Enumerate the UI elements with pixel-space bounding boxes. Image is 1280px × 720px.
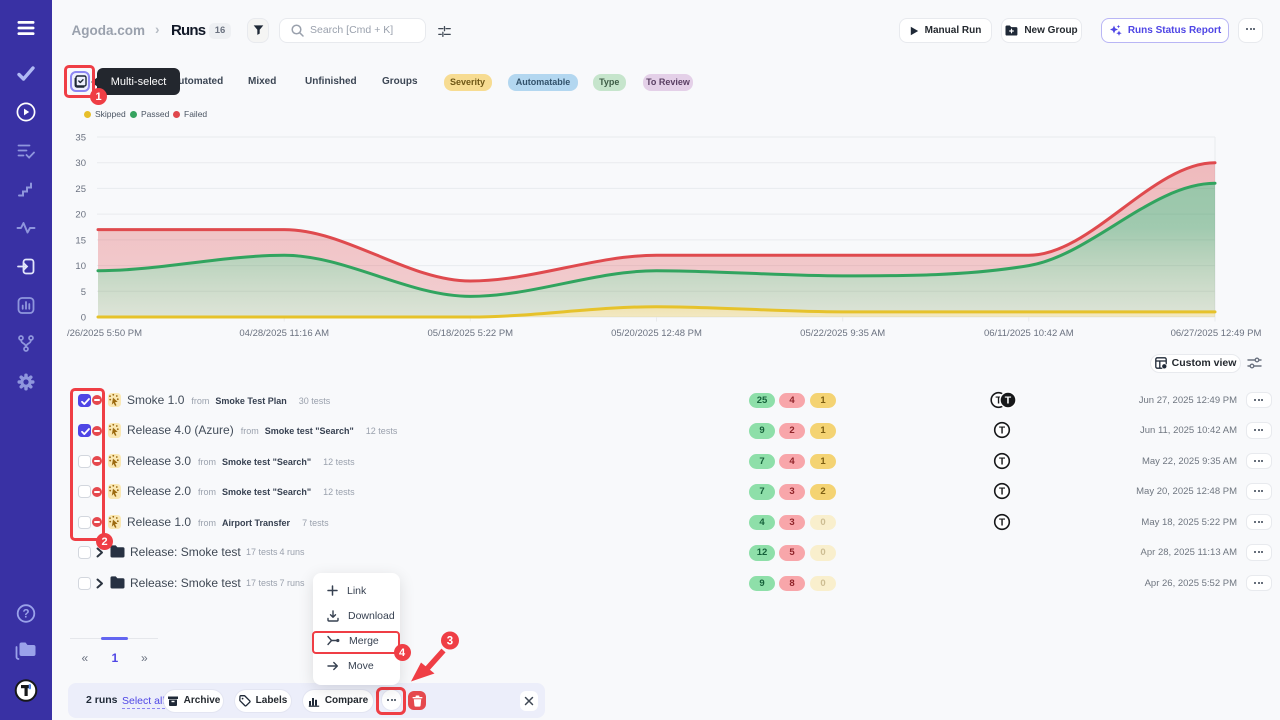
svg-text:3: 3: [447, 636, 453, 648]
svg-text:?: ?: [22, 609, 29, 621]
svg-text:15: 15: [75, 235, 86, 246]
svg-text:05/20/2025 12:48 PM: 05/20/2025 12:48 PM: [611, 328, 702, 339]
svg-text:05/18/2025 5:22 PM: 05/18/2025 5:22 PM: [428, 328, 514, 339]
svg-text:T: T: [999, 486, 1005, 497]
svg-text:05/22/2025 9:35 AM: 05/22/2025 9:35 AM: [800, 328, 885, 339]
svg-text:T: T: [999, 426, 1005, 437]
svg-text:20: 20: [75, 210, 86, 221]
svg-text:35: 35: [75, 133, 86, 144]
svg-text:0: 0: [81, 313, 86, 324]
svg-text:/26/2025 5:50 PM: /26/2025 5:50 PM: [67, 328, 142, 339]
svg-text:25: 25: [75, 184, 86, 195]
svg-text:T: T: [999, 456, 1005, 467]
svg-text:06/11/2025 10:42 AM: 06/11/2025 10:42 AM: [984, 328, 1074, 339]
svg-text:T: T: [1005, 394, 1012, 406]
svg-text:04/28/2025 11:16 AM: 04/28/2025 11:16 AM: [239, 328, 329, 339]
svg-text:06/27/2025 12:49 PM: 06/27/2025 12:49 PM: [1171, 328, 1262, 339]
svg-text:T: T: [999, 517, 1005, 528]
svg-text:30: 30: [75, 158, 86, 169]
svg-text:5: 5: [81, 287, 86, 298]
svg-text:10: 10: [75, 261, 86, 272]
